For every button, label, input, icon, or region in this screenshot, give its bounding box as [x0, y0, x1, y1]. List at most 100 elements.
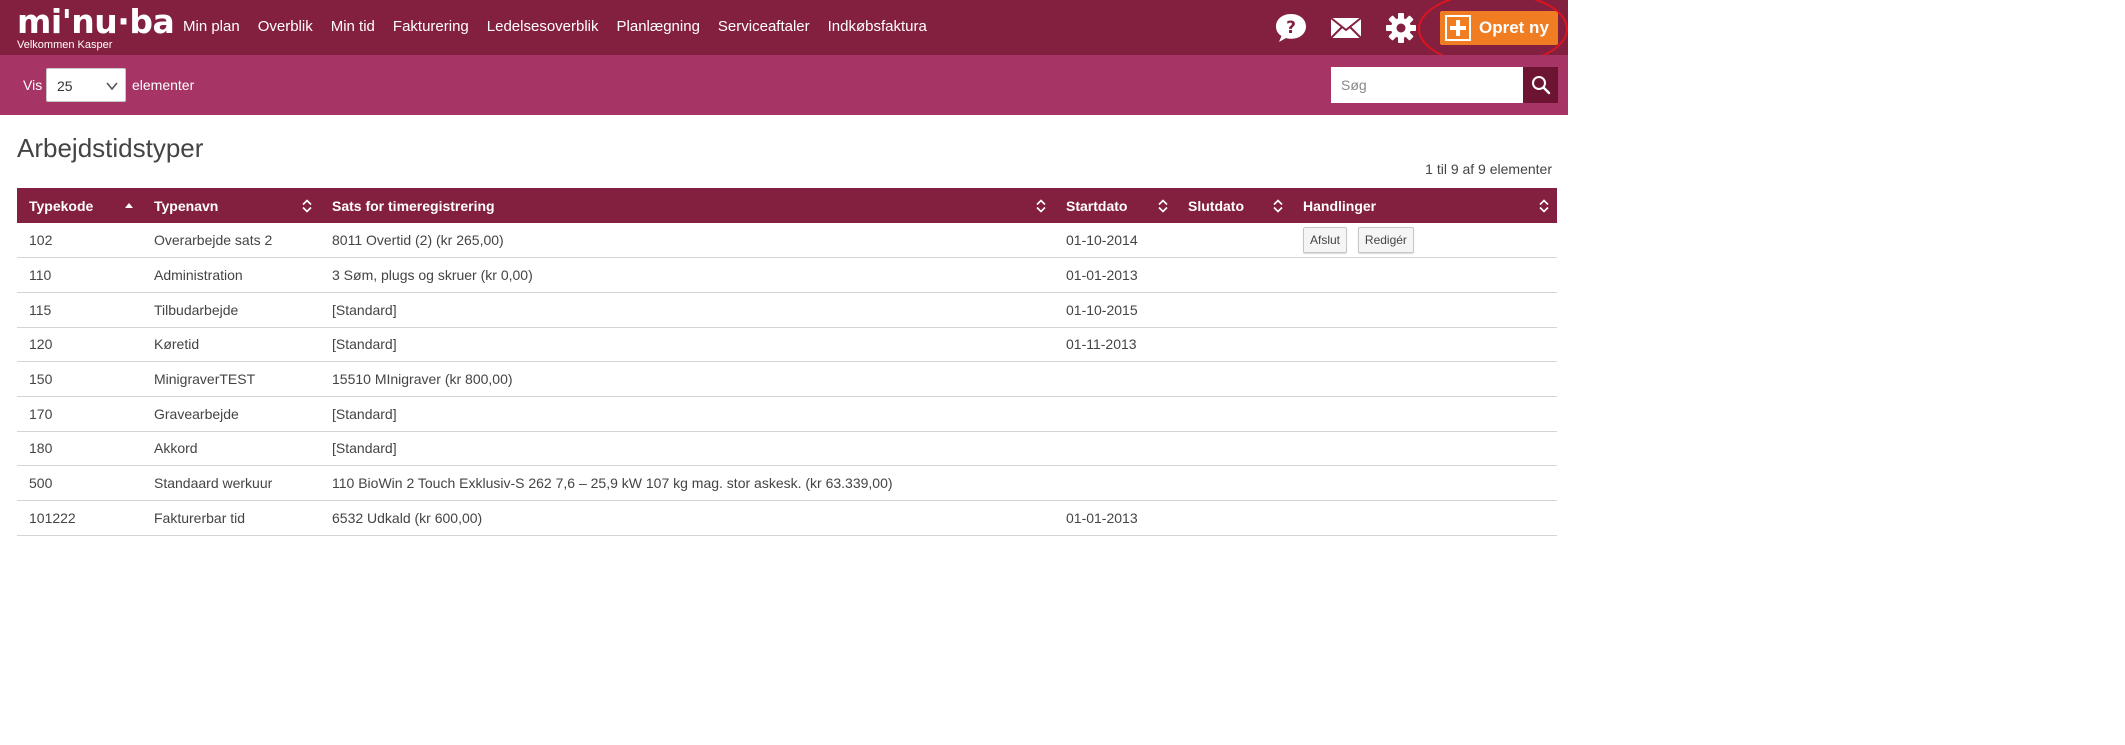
column-header-typenavn[interactable]: Typenavn: [142, 188, 320, 223]
column-header-handlinger[interactable]: Handlinger: [1291, 188, 1557, 223]
cell-typekode: 115: [17, 292, 142, 328]
nav-item-min-tid[interactable]: Min tid: [331, 18, 375, 35]
sort-icon: [1539, 199, 1549, 213]
cell-sats: 110 BioWin 2 Touch Exklusiv-S 262 7,6 – …: [320, 465, 1054, 501]
show-label: Vis: [23, 77, 43, 93]
cell-sats: [Standard]: [320, 431, 1054, 467]
cell-slutdato: [1176, 431, 1291, 467]
cell-startdato: 01-11-2013: [1054, 327, 1176, 363]
nav-item-fakturering[interactable]: Fakturering: [393, 18, 469, 35]
nav-item-serviceaftaler[interactable]: Serviceaftaler: [718, 18, 810, 35]
column-header-startdato[interactable]: Startdato: [1054, 188, 1176, 223]
cell-startdato: [1054, 431, 1176, 467]
nav-item-ledelsesoverblik[interactable]: Ledelsesoverblik: [487, 18, 599, 35]
table-row[interactable]: 115 Tilbudarbejde [Standard] 01-10-2015: [17, 292, 1557, 328]
column-header-typekode[interactable]: Typekode: [17, 188, 142, 223]
cell-typekode: 500: [17, 465, 142, 501]
plus-icon: [1445, 15, 1471, 41]
cell-handlinger: [1291, 396, 1557, 432]
cell-typenavn: Gravearbejde: [142, 396, 320, 432]
search-button[interactable]: [1523, 67, 1558, 103]
cell-slutdato: [1176, 396, 1291, 432]
sort-icon: [1273, 199, 1283, 213]
main-nav: Min plan Overblik Min tid Fakturering Le…: [183, 18, 945, 35]
sort-icon: [1036, 199, 1046, 213]
cell-typekode: 170: [17, 396, 142, 432]
search-icon: [1532, 76, 1551, 95]
rediger-button[interactable]: Redigér: [1357, 227, 1414, 254]
column-header-slutdato[interactable]: Slutdato: [1176, 188, 1291, 223]
cell-typekode: 101222: [17, 500, 142, 536]
search-input[interactable]: [1331, 67, 1523, 103]
svg-text:?: ?: [1286, 18, 1296, 38]
create-new-button[interactable]: Opret ny: [1440, 11, 1558, 45]
cell-handlinger: [1291, 500, 1557, 536]
cell-typenavn: Administration: [142, 257, 320, 293]
cell-startdato: 01-01-2013: [1054, 500, 1176, 536]
cell-typekode: 150: [17, 361, 142, 397]
cell-sats: [Standard]: [320, 396, 1054, 432]
cell-slutdato: [1176, 257, 1291, 293]
cell-startdato: [1054, 361, 1176, 397]
work-time-types-table: Typekode Typenavn Sats for timeregistrer…: [17, 188, 1557, 536]
nav-item-min-plan[interactable]: Min plan: [183, 18, 240, 35]
nav-item-planlaegning[interactable]: Planlægning: [617, 18, 700, 35]
table-row[interactable]: 180 Akkord [Standard]: [17, 431, 1557, 467]
logo-text: mi'nu·ba: [17, 2, 175, 41]
cell-typenavn: Overarbejde sats 2: [142, 223, 320, 259]
cell-typenavn: Fakturerbar tid: [142, 500, 320, 536]
create-new-label: Opret ny: [1479, 18, 1549, 37]
cell-slutdato: [1176, 465, 1291, 501]
table-row[interactable]: 170 Gravearbejde [Standard]: [17, 396, 1557, 432]
help-icon[interactable]: ?: [1274, 11, 1308, 45]
cell-sats: 3 Søm, plugs og skruer (kr 0,00): [320, 257, 1054, 293]
afslut-button[interactable]: Afslut: [1303, 227, 1348, 254]
cell-slutdato: [1176, 361, 1291, 397]
cell-sats: 6532 Udkald (kr 600,00): [320, 500, 1054, 536]
table-row[interactable]: 102 Overarbejde sats 2 8011 Overtid (2) …: [17, 223, 1557, 259]
table-row[interactable]: 150 MinigraverTEST 15510 MInigraver (kr …: [17, 361, 1557, 397]
cell-startdato: 01-10-2014: [1054, 223, 1176, 259]
mail-icon[interactable]: [1329, 11, 1363, 45]
cell-typenavn: Tilbudarbejde: [142, 292, 320, 328]
sort-asc-icon: [125, 203, 133, 208]
app-logo[interactable]: mi'nu·ba Velkommen Kasper: [17, 2, 175, 52]
gear-icon[interactable]: [1384, 11, 1418, 45]
nav-item-indkobsfaktura[interactable]: Indkøbsfaktura: [828, 18, 927, 35]
cell-typekode: 110: [17, 257, 142, 293]
cell-typekode: 120: [17, 327, 142, 363]
table-row[interactable]: 120 Køretid [Standard] 01-11-2013: [17, 327, 1557, 363]
cell-slutdato: [1176, 327, 1291, 363]
cell-startdato: 01-10-2015: [1054, 292, 1176, 328]
cell-sats: [Standard]: [320, 327, 1054, 363]
table-row[interactable]: 500 Standaard werkuur 110 BioWin 2 Touch…: [17, 465, 1557, 501]
cell-startdato: [1054, 396, 1176, 432]
page-size-select[interactable]: 25: [46, 68, 126, 102]
top-nav-bar: mi'nu·ba Velkommen Kasper Min plan Overb…: [0, 0, 1568, 66]
cell-slutdato: [1176, 223, 1291, 259]
sort-icon: [302, 199, 312, 213]
cell-typenavn: Akkord: [142, 431, 320, 467]
cell-handlinger: [1291, 292, 1557, 328]
cell-handlinger: Afslut Redigér: [1291, 223, 1557, 259]
entries-count: 1 til 9 af 9 elementer: [1425, 161, 1552, 177]
table-header-row: Typekode Typenavn Sats for timeregistrer…: [17, 188, 1557, 223]
cell-slutdato: [1176, 292, 1291, 328]
cell-handlinger: [1291, 465, 1557, 501]
cell-handlinger: [1291, 257, 1557, 293]
cell-typenavn: Køretid: [142, 327, 320, 363]
cell-handlinger: [1291, 361, 1557, 397]
list-toolbar: Vis 25 elementer: [0, 55, 1568, 115]
cell-handlinger: [1291, 327, 1557, 363]
chevron-down-icon: [106, 82, 118, 91]
cell-typekode: 102: [17, 223, 142, 259]
table-row[interactable]: 110 Administration 3 Søm, plugs og skrue…: [17, 257, 1557, 293]
nav-item-overblik[interactable]: Overblik: [258, 18, 313, 35]
cell-typenavn: MinigraverTEST: [142, 361, 320, 397]
cell-startdato: [1054, 465, 1176, 501]
table-row[interactable]: 101222 Fakturerbar tid 6532 Udkald (kr 6…: [17, 500, 1557, 536]
column-header-sats[interactable]: Sats for timeregistrering: [320, 188, 1054, 223]
cell-sats: 15510 MInigraver (kr 800,00): [320, 361, 1054, 397]
cell-sats: 8011 Overtid (2) (kr 265,00): [320, 223, 1054, 259]
cell-typekode: 180: [17, 431, 142, 467]
